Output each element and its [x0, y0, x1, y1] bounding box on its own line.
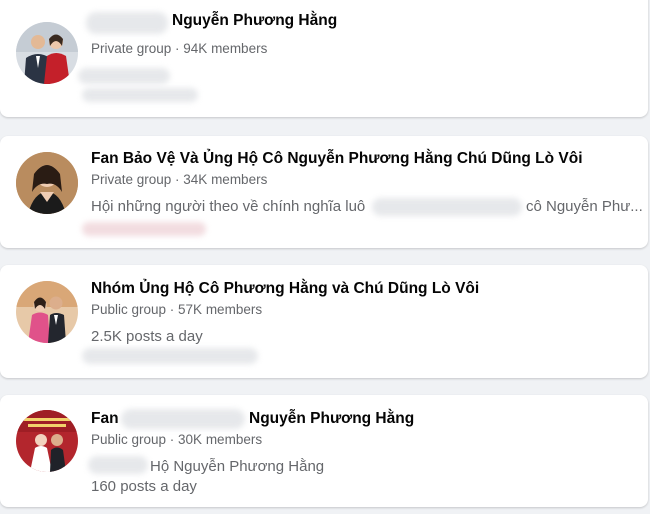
- group-meta: Public group · 30K members: [91, 432, 263, 447]
- group-description-start: Hội những người theo về chính nghĩa luô: [91, 198, 366, 215]
- redacted-blur: [88, 456, 148, 474]
- redacted-blur: [82, 222, 206, 236]
- redacted-blur: [82, 88, 198, 102]
- redacted-blur: [78, 68, 170, 84]
- group-avatar-icon[interactable]: [16, 22, 78, 84]
- group-description-end: cô Nguyễn Phư...: [526, 198, 643, 215]
- group-avatar-icon[interactable]: [16, 152, 78, 214]
- group-activity: 160 posts a day: [91, 478, 197, 495]
- group-search-results: Nguyễn Phương Hằng Private group · 94K m…: [0, 0, 650, 514]
- group-title[interactable]: Nguyễn Phương Hằng: [172, 12, 337, 30]
- group-title-start[interactable]: Fan: [91, 410, 119, 428]
- group-title[interactable]: Fan Bảo Vệ Và Ủng Hộ Cô Nguyễn Phương Hằ…: [91, 150, 583, 168]
- group-description: Hộ Nguyễn Phương Hằng: [150, 458, 325, 475]
- redacted-blur: [121, 409, 245, 429]
- group-title[interactable]: Nhóm Ủng Hộ Cô Phương Hằng và Chú Dũng L…: [91, 280, 479, 298]
- group-activity: 2.5K posts a day: [91, 328, 203, 345]
- group-result-card[interactable]: Fan Nguyễn Phương Hằng Public group · 30…: [0, 395, 648, 507]
- redacted-blur: [86, 12, 168, 34]
- group-meta: Private group · 34K members: [91, 172, 268, 187]
- group-meta: Private group · 94K members: [91, 41, 268, 56]
- redacted-blur: [372, 198, 522, 216]
- group-title-end[interactable]: Nguyễn Phương Hằng: [249, 410, 414, 428]
- group-result-card[interactable]: Nhóm Ủng Hộ Cô Phương Hằng và Chú Dũng L…: [0, 265, 648, 378]
- group-result-card[interactable]: Nguyễn Phương Hằng Private group · 94K m…: [0, 0, 648, 117]
- group-result-card[interactable]: Fan Bảo Vệ Và Ủng Hộ Cô Nguyễn Phương Hằ…: [0, 136, 648, 248]
- redacted-blur: [82, 348, 258, 364]
- group-avatar-icon[interactable]: [16, 281, 78, 343]
- group-avatar-icon[interactable]: [16, 410, 78, 472]
- group-meta: Public group · 57K members: [91, 302, 263, 317]
